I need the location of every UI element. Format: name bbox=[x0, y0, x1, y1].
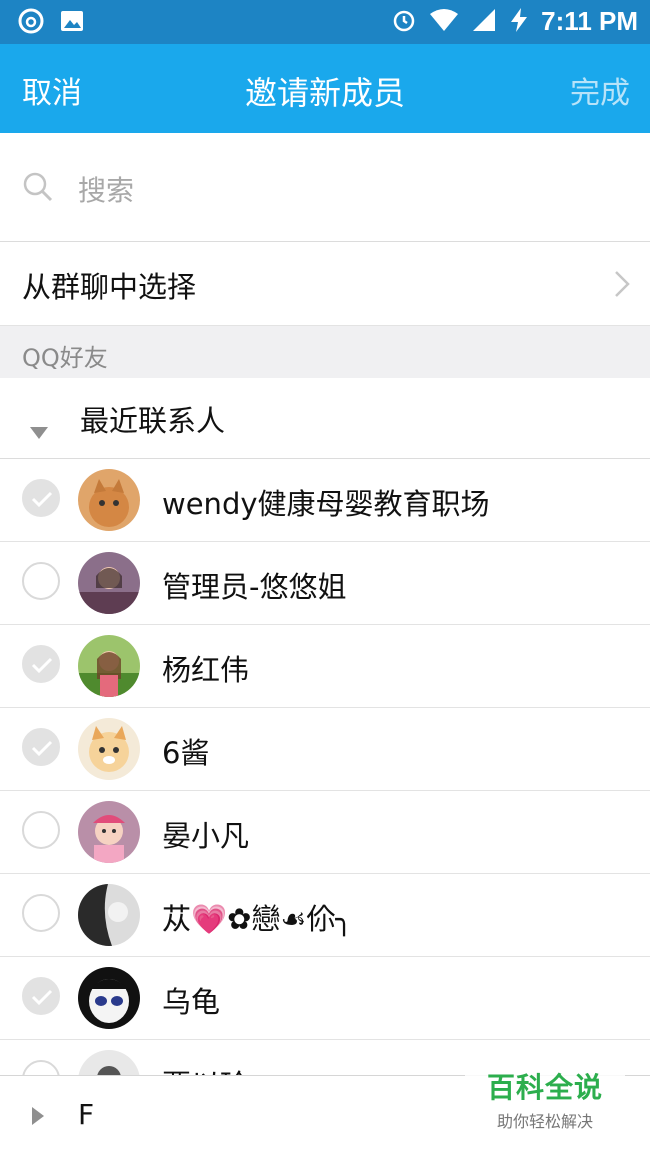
avatar bbox=[78, 801, 140, 863]
section-label: QQ好友 bbox=[22, 344, 108, 372]
nav-bar: 取消 邀请新成员 完成 bbox=[0, 44, 650, 133]
checkbox[interactable] bbox=[22, 1060, 60, 1075]
avatar bbox=[78, 552, 140, 614]
checkbox[interactable] bbox=[22, 977, 60, 1015]
avatar bbox=[78, 718, 140, 780]
contact-row[interactable]: 管理员-悠悠姐 bbox=[0, 542, 650, 625]
done-button[interactable]: 完成 bbox=[570, 68, 630, 112]
search-icon bbox=[22, 171, 54, 207]
contact-name: 苁💗✿戀☙伱╮ bbox=[162, 902, 353, 936]
checkbox[interactable] bbox=[22, 479, 60, 517]
group-header-recent[interactable]: 最近联系人 bbox=[0, 378, 650, 459]
contact-name: 杨红伟 bbox=[162, 653, 250, 687]
cancel-button[interactable]: 取消 bbox=[22, 68, 82, 112]
contact-name: wendy健康母婴教育职场 bbox=[162, 487, 490, 521]
group-header-letter: F bbox=[78, 1098, 95, 1131]
contact-name: 乌龟 bbox=[162, 985, 221, 1019]
watermark-title: 百科全说 bbox=[486, 1071, 603, 1104]
contact-row[interactable]: 杨红伟 bbox=[0, 625, 650, 708]
contact-list: wendy健康母婴教育职场 管理员-悠悠姐 杨红伟 6酱 晏小凡 苁💗✿戀☙伱╮… bbox=[0, 459, 650, 1075]
triangle-down-icon bbox=[30, 412, 48, 446]
contact-name: 晏小凡 bbox=[162, 819, 250, 853]
gallery-icon bbox=[60, 10, 84, 36]
section-header-qq-friends: QQ好友 bbox=[0, 325, 650, 379]
avatar bbox=[78, 635, 140, 697]
contact-row[interactable]: wendy健康母婴教育职场 bbox=[0, 459, 650, 542]
select-from-group-chat[interactable]: 从群聊中选择 bbox=[0, 242, 650, 324]
search-bar[interactable]: 搜索 bbox=[0, 133, 650, 242]
contact-name: 6酱 bbox=[162, 736, 210, 770]
search-input[interactable]: 搜索 bbox=[78, 169, 134, 209]
group-header-label: 最近联系人 bbox=[80, 404, 226, 438]
watermark-logo: 百科全说 助你轻松解决 bbox=[465, 1062, 625, 1131]
charging-icon bbox=[509, 7, 529, 37]
wifi-icon bbox=[429, 8, 459, 36]
checkbox[interactable] bbox=[22, 645, 60, 683]
triangle-right-icon bbox=[32, 1107, 44, 1129]
contact-row[interactable]: 6酱 bbox=[0, 708, 650, 791]
avatar bbox=[78, 884, 140, 946]
contact-row[interactable]: 苁💗✿戀☙伱╮ bbox=[0, 874, 650, 957]
status-time: 7:11 PM bbox=[541, 6, 638, 36]
page-title: 邀请新成员 bbox=[244, 74, 405, 112]
contact-name: 贾以玲 bbox=[162, 1062, 249, 1075]
checkbox[interactable] bbox=[22, 728, 60, 766]
signal-icon bbox=[471, 8, 497, 36]
netease-music-icon bbox=[18, 8, 44, 38]
contact-name: 管理员-悠悠姐 bbox=[162, 570, 347, 604]
chevron-right-icon bbox=[614, 270, 630, 302]
watermark-subtitle: 助你轻松解决 bbox=[496, 1112, 593, 1131]
checkbox[interactable] bbox=[22, 894, 60, 932]
contact-row[interactable]: 乌龟 bbox=[0, 957, 650, 1040]
avatar bbox=[78, 967, 140, 1029]
checkbox[interactable] bbox=[22, 811, 60, 849]
avatar bbox=[78, 1050, 140, 1075]
select-from-group-chat-label: 从群聊中选择 bbox=[22, 270, 197, 304]
status-bar: 7:11 PM bbox=[0, 0, 650, 44]
avatar bbox=[78, 469, 140, 531]
alarm-icon bbox=[391, 7, 417, 37]
contact-row[interactable]: 晏小凡 bbox=[0, 791, 650, 874]
checkbox[interactable] bbox=[22, 562, 60, 600]
